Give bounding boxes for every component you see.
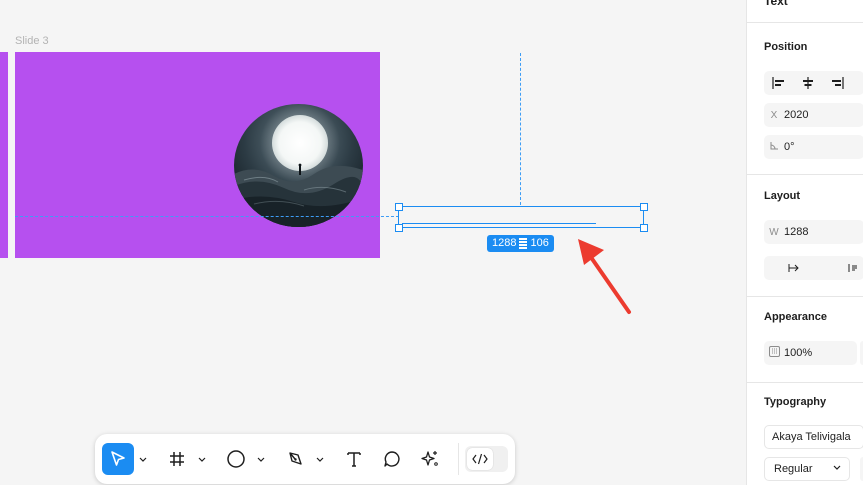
frame-tool-dropdown[interactable] bbox=[196, 457, 208, 462]
angle-icon bbox=[764, 141, 784, 153]
x-position-field[interactable]: X 2020 bbox=[764, 103, 863, 127]
text-t-icon bbox=[347, 452, 361, 467]
resizing-controls bbox=[764, 256, 863, 280]
opacity-value: 100% bbox=[784, 347, 813, 359]
chevron-down-icon bbox=[833, 465, 841, 470]
shape-tool-button[interactable] bbox=[220, 443, 252, 475]
dimension-badge: 1288 106 bbox=[487, 235, 554, 252]
appearance-title: Appearance bbox=[764, 311, 827, 323]
position-title: Position bbox=[764, 41, 808, 53]
dimension-height: 106 bbox=[530, 237, 549, 249]
text-tool-button[interactable] bbox=[338, 443, 370, 475]
circle-icon bbox=[227, 450, 245, 468]
width-value: 1288 bbox=[784, 226, 809, 238]
move-tool-button[interactable] bbox=[102, 443, 134, 475]
fixed-width-icon[interactable] bbox=[788, 263, 802, 273]
dimension-width: 1288 bbox=[492, 237, 517, 249]
font-weight-select[interactable]: Regular bbox=[764, 457, 850, 481]
selected-text-box[interactable] bbox=[398, 206, 644, 228]
code-brackets-icon bbox=[472, 453, 488, 465]
w-label: W bbox=[769, 226, 779, 238]
lines-icon bbox=[519, 238, 528, 249]
auto-height-icon[interactable] bbox=[848, 263, 858, 273]
font-family-select[interactable]: Akaya Telivigala bbox=[764, 425, 863, 449]
chevron-down-icon bbox=[257, 457, 265, 462]
appearance-section: Appearance 100% bbox=[747, 296, 863, 382]
align-right-icon bbox=[831, 77, 844, 89]
slide-frame[interactable] bbox=[15, 52, 380, 258]
align-center-button[interactable] bbox=[793, 71, 822, 95]
rotation-value: 0° bbox=[784, 141, 795, 153]
position-section: Position X 2020 0° bbox=[747, 22, 863, 174]
move-tool-dropdown[interactable] bbox=[137, 457, 149, 462]
x-value: 2020 bbox=[784, 109, 809, 121]
pen-tool-button[interactable] bbox=[279, 443, 311, 475]
align-right-button[interactable] bbox=[822, 71, 851, 95]
annotation-arrow-icon bbox=[578, 239, 631, 314]
alignment-controls bbox=[764, 71, 863, 95]
dev-mode-toggle[interactable] bbox=[464, 446, 508, 472]
moon-landscape-picture bbox=[234, 104, 363, 227]
panel-layer-type: Text bbox=[764, 0, 788, 8]
speech-bubble-icon bbox=[384, 451, 400, 467]
circular-moon-image[interactable] bbox=[234, 104, 363, 227]
pen-nib-icon bbox=[289, 452, 302, 465]
resize-handle-bottom-left[interactable] bbox=[395, 224, 403, 232]
comment-tool-button[interactable] bbox=[376, 443, 408, 475]
pen-tool-dropdown[interactable] bbox=[314, 457, 326, 462]
chevron-down-icon bbox=[139, 457, 147, 462]
actions-tool-button[interactable] bbox=[414, 443, 446, 475]
layout-title: Layout bbox=[764, 190, 801, 202]
bottom-toolbar bbox=[95, 434, 515, 484]
slide-label[interactable]: Slide 3 bbox=[15, 35, 49, 47]
align-left-button[interactable] bbox=[764, 71, 793, 95]
chevron-down-icon bbox=[316, 457, 324, 462]
toolbar-divider bbox=[458, 443, 459, 475]
align-left-icon bbox=[771, 77, 784, 89]
layout-section: Layout W 1288 bbox=[747, 174, 863, 296]
shape-tool-dropdown[interactable] bbox=[255, 457, 267, 462]
text-baseline bbox=[402, 223, 596, 224]
sparkle-icon bbox=[421, 451, 438, 466]
alignment-guide-vertical bbox=[520, 53, 521, 205]
chevron-down-icon bbox=[198, 457, 206, 462]
typography-title: Typography bbox=[764, 396, 827, 408]
font-family-value: Akaya Telivigala bbox=[772, 431, 851, 443]
dev-mode-knob bbox=[466, 448, 493, 470]
font-weight-value: Regular bbox=[774, 463, 813, 475]
x-label: X bbox=[770, 109, 778, 121]
previous-slide-edge[interactable] bbox=[0, 52, 8, 258]
hash-icon bbox=[170, 452, 184, 466]
properties-panel: Text Position X 2020 0° Layout W 1288 Ap… bbox=[746, 0, 863, 485]
opacity-field[interactable]: 100% bbox=[764, 341, 857, 365]
width-field[interactable]: W 1288 bbox=[764, 220, 863, 244]
design-canvas[interactable]: Slide 3 1288 106 bbox=[0, 0, 746, 485]
frame-tool-button[interactable] bbox=[161, 443, 193, 475]
cursor-arrow-icon bbox=[111, 451, 125, 466]
align-center-icon bbox=[802, 77, 813, 89]
resize-handle-bottom-right[interactable] bbox=[640, 224, 648, 232]
opacity-icon bbox=[764, 346, 784, 360]
rotation-field[interactable]: 0° bbox=[764, 135, 863, 159]
resize-handle-top-right[interactable] bbox=[640, 203, 648, 211]
alignment-guide-horizontal bbox=[15, 216, 399, 217]
resize-handle-top-left[interactable] bbox=[395, 203, 403, 211]
